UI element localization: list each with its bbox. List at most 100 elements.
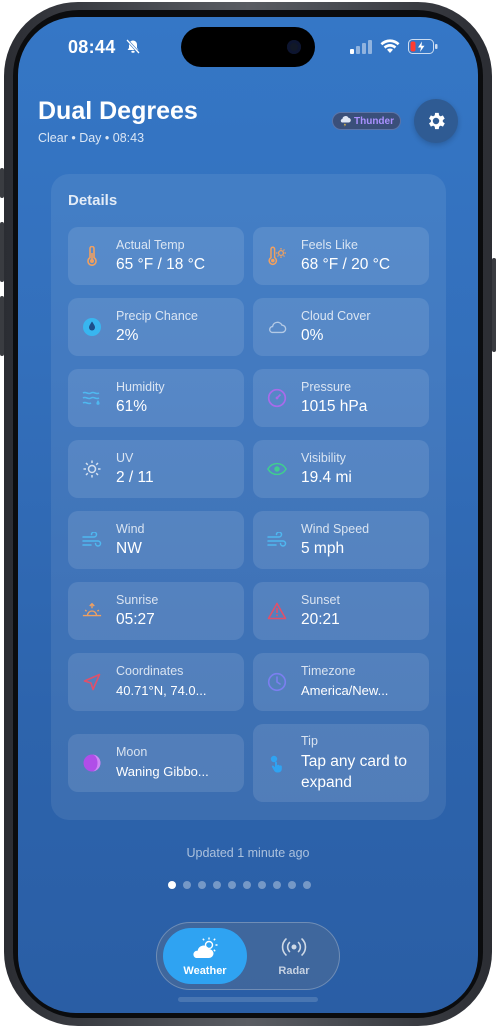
thunder-badge[interactable]: Thunder — [332, 112, 401, 130]
card-actual-temp[interactable]: Actual Temp 65 °F / 18 °C — [68, 227, 244, 285]
sunrise-icon — [82, 601, 102, 621]
humidity-icon — [82, 388, 102, 408]
page-dot[interactable] — [273, 881, 281, 889]
card-label: Moon — [116, 745, 148, 759]
card-label: Precip Chance — [116, 309, 198, 323]
card-label: Actual Temp — [116, 238, 185, 252]
card-label: Coordinates — [116, 664, 184, 678]
page-dot[interactable] — [243, 881, 251, 889]
card-precip-chance[interactable]: Precip Chance 2% — [68, 298, 244, 356]
screen: 08:44 Dual Degrees Clear • Day • 08:43 T… — [18, 17, 478, 1013]
power-button — [492, 258, 496, 352]
card-value: 2% — [116, 327, 139, 344]
page-dot[interactable] — [183, 881, 191, 889]
moon-icon — [82, 753, 102, 773]
dynamic-island — [181, 27, 315, 67]
camera-icon — [287, 40, 301, 54]
page-dot[interactable] — [303, 881, 311, 889]
card-value: 0% — [301, 327, 324, 344]
card-value: 61% — [116, 398, 148, 415]
tab-bar: Weather Radar — [156, 922, 340, 990]
updated-label: Updated 1 minute ago — [186, 846, 310, 860]
badge-label: Thunder — [354, 115, 394, 127]
card-label: Sunrise — [116, 593, 159, 607]
card-moon[interactable]: Moon Waning Gibbo... — [68, 734, 244, 792]
card-value: 20:21 — [301, 611, 340, 628]
gear-icon — [429, 112, 445, 130]
settings-button[interactable] — [414, 99, 458, 143]
card-sunrise[interactable]: Sunrise 05:27 — [68, 582, 244, 640]
page-dot[interactable] — [228, 881, 236, 889]
home-indicator[interactable] — [178, 997, 318, 1002]
card-uv[interactable]: UV 2 / 11 — [68, 440, 244, 498]
eye-icon — [267, 459, 287, 479]
card-value: 19.4 mi — [301, 469, 352, 486]
card-value: 05:27 — [116, 611, 155, 628]
page-dot[interactable] — [288, 881, 296, 889]
card-label: Pressure — [301, 380, 352, 394]
card-feels-like[interactable]: Feels Like 68 °F / 20 °C — [253, 227, 429, 285]
card-wind[interactable]: Wind NW — [68, 511, 244, 569]
card-visibility[interactable]: Visibility 19.4 mi — [253, 440, 429, 498]
card-label: Cloud Cover — [301, 309, 371, 323]
cloud-icon — [267, 317, 287, 337]
page-dot[interactable] — [213, 881, 221, 889]
location-arrow-icon — [82, 672, 102, 692]
app-title: Dual Degrees — [38, 97, 198, 125]
tab-radar[interactable]: Radar — [253, 928, 335, 984]
wind-icon — [82, 530, 102, 550]
card-tip[interactable]: Tip Tap any card to expand — [253, 724, 429, 802]
clock-icon — [267, 672, 287, 692]
tap-icon — [267, 753, 287, 773]
card-value: 40.71°N, 74.0... — [116, 683, 207, 698]
cellular-signal-icon — [350, 39, 372, 54]
card-value: NW — [116, 540, 142, 557]
card-value: 68 °F / 20 °C — [301, 256, 391, 273]
card-value: Waning Gibbo... — [116, 764, 209, 779]
card-timezone[interactable]: Timezone America/New... — [253, 653, 429, 711]
droplet-icon — [82, 317, 102, 337]
card-value: 65 °F / 18 °C — [116, 256, 206, 273]
card-label: Feels Like — [301, 238, 358, 252]
thermometer-sun-icon — [267, 246, 287, 266]
battery-charging-icon — [408, 39, 438, 54]
thunder-cloud-icon — [340, 115, 351, 127]
card-pressure[interactable]: Pressure 1015 hPa — [253, 369, 429, 427]
card-value: 2 / 11 — [116, 469, 154, 486]
card-value: America/New... — [301, 683, 389, 698]
page-dot[interactable] — [258, 881, 266, 889]
tab-weather[interactable]: Weather — [163, 928, 247, 984]
details-title: Details — [68, 192, 118, 209]
sun-icon — [82, 459, 102, 479]
card-humidity[interactable]: Humidity 61% — [68, 369, 244, 427]
gauge-icon — [267, 388, 287, 408]
page-dot[interactable] — [168, 881, 176, 889]
thermometer-icon — [82, 246, 102, 266]
card-label: Wind — [116, 522, 145, 536]
card-wind-speed[interactable]: Wind Speed 5 mph — [253, 511, 429, 569]
page-indicator[interactable] — [168, 881, 311, 889]
tab-weather-label: Weather — [183, 965, 227, 977]
sunset-icon — [267, 601, 287, 621]
wind-speed-icon — [267, 530, 287, 550]
bell-slash-icon — [126, 39, 140, 59]
status-time: 08:44 — [68, 37, 116, 57]
tab-radar-label: Radar — [278, 965, 310, 977]
wifi-icon — [380, 39, 400, 53]
card-label: Humidity — [116, 380, 165, 394]
card-value: Tap any card to expand — [301, 753, 407, 791]
card-value: 5 mph — [301, 540, 345, 557]
conditions-subtitle: Clear • Day • 08:43 — [38, 131, 145, 145]
card-label: UV — [116, 451, 134, 465]
card-label: Tip — [301, 734, 318, 748]
card-cloud-cover[interactable]: Cloud Cover 0% — [253, 298, 429, 356]
card-coordinates[interactable]: Coordinates 40.71°N, 74.0... — [68, 653, 244, 711]
card-sunset[interactable]: Sunset 20:21 — [253, 582, 429, 640]
page-dot[interactable] — [198, 881, 206, 889]
card-value: 1015 hPa — [301, 398, 368, 415]
card-label: Sunset — [301, 593, 340, 607]
card-label: Visibility — [301, 451, 346, 465]
radar-icon — [279, 936, 309, 963]
card-label: Timezone — [301, 664, 356, 678]
card-label: Wind Speed — [301, 522, 370, 536]
